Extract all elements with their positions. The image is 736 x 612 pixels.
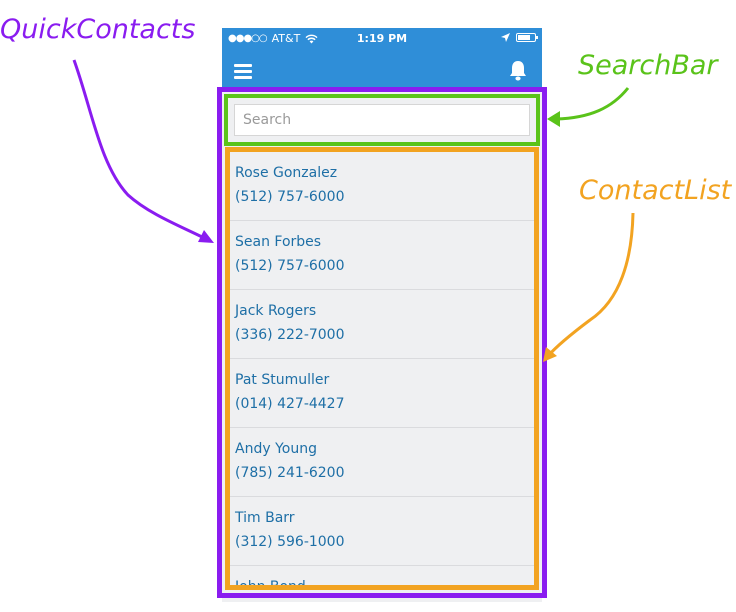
search-bar-arrow <box>555 87 630 121</box>
search-bar-arrowhead <box>547 111 560 127</box>
quick-contacts-arrow <box>72 59 209 242</box>
contact-list-arrow <box>546 212 635 357</box>
annotation-arrows <box>72 59 635 362</box>
